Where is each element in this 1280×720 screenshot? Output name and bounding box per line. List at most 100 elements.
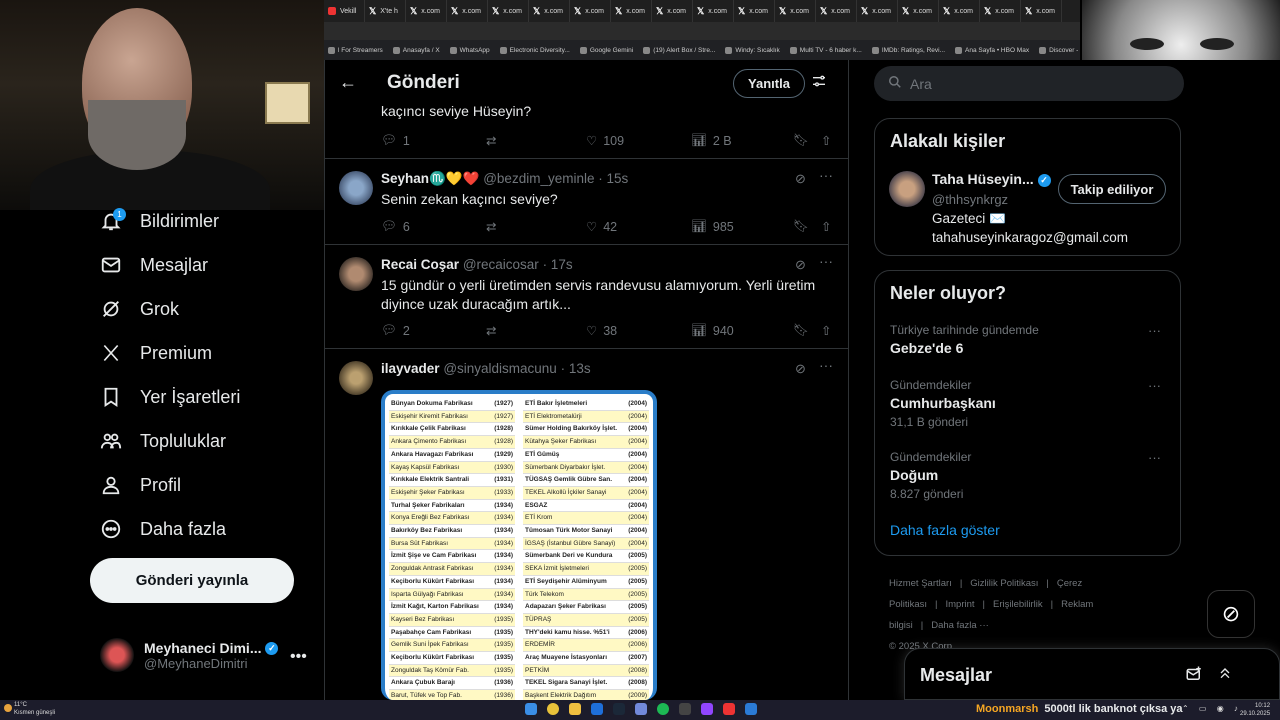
author-handle[interactable]: @recaicosar <box>463 257 539 272</box>
bookmark-item[interactable]: WhatsApp <box>449 46 490 54</box>
tweet[interactable]: Recai Coşar @recaicosar · 17s ⊘ ··· 15 g… <box>325 245 848 349</box>
bookmark-item[interactable]: Electronic Diversity... <box>499 46 570 54</box>
trend-item[interactable]: Gündemdekiler Cumhurbaşkanı 31,1 B gönde… <box>890 378 1170 429</box>
post-button[interactable]: Gönderi yayınla <box>90 558 294 603</box>
grok-floating-button[interactable]: ⊘ <box>1207 590 1255 638</box>
browser-tab[interactable]: Vekill <box>324 0 365 22</box>
more-icon[interactable]: ··· <box>819 357 833 373</box>
account-menu-dots-icon[interactable]: ••• <box>290 648 307 666</box>
bookmark-action[interactable]: 🔖︎ <box>793 133 821 148</box>
bookmark-item[interactable]: Google Gemini <box>579 46 633 54</box>
steam-icon[interactable] <box>613 703 625 715</box>
sidebar-item-communities[interactable]: Topluluklar <box>100 430 226 452</box>
footer-link[interactable]: Erişilebilirlik <box>993 599 1043 610</box>
browser-tab[interactable]: 𝕏x.com <box>980 0 1021 22</box>
folder-icon[interactable] <box>569 703 581 715</box>
related-user-handle[interactable]: @thhsynkrgz <box>932 192 1008 207</box>
browser-tab[interactable]: 𝕏x.com <box>1021 0 1062 22</box>
views-action[interactable]: 📊︎ 2 B <box>691 133 793 148</box>
bookmark-action[interactable]: 🔖︎ <box>793 323 821 338</box>
avatar[interactable] <box>889 171 925 207</box>
account-switcher[interactable]: Meyhaneci Dimi... ✓ @MeyhaneDimitri <box>100 638 279 672</box>
footer-link[interactable]: Imprint <box>945 599 974 610</box>
more-icon[interactable]: ··· <box>1148 323 1161 338</box>
browser-tab[interactable]: 𝕏x.com <box>816 0 857 22</box>
new-message-icon[interactable] <box>1185 665 1203 688</box>
browser-tab[interactable]: 𝕏x.com <box>447 0 488 22</box>
clock[interactable]: 10:12 29.10.2025 <box>1240 702 1270 718</box>
browser-tab[interactable]: 𝕏x.com <box>857 0 898 22</box>
bookmark-item[interactable]: (19) Alert Box / Stre... <box>643 46 715 54</box>
browser-tab[interactable]: 𝕏x.com <box>775 0 816 22</box>
browser-tab[interactable]: 𝕏x.com <box>611 0 652 22</box>
share-action[interactable]: ⇧ <box>821 219 831 234</box>
author-name[interactable]: Seyhan♏💛❤️ <box>381 171 479 186</box>
edge-icon[interactable] <box>591 703 603 715</box>
browser-tab[interactable]: 𝕏x.com <box>529 0 570 22</box>
bookmark-item[interactable]: Ana Sayfa • HBO Max <box>955 46 1029 54</box>
twitch-icon[interactable] <box>701 703 713 715</box>
browser-tab[interactable]: 𝕏x.com <box>406 0 447 22</box>
grok-icon[interactable]: ⊘ <box>795 361 806 377</box>
author-name[interactable]: ilayvader <box>381 361 440 376</box>
app-icon[interactable] <box>723 703 735 715</box>
author-handle[interactable]: @sinyaldismacunu <box>443 361 557 376</box>
views-action[interactable]: 📊︎ 940 <box>691 323 793 338</box>
repost-action[interactable]: ⇄ <box>486 219 586 234</box>
reply-action[interactable]: 💬︎ 1 <box>381 133 486 148</box>
related-user-name[interactable]: Taha Hüseyin... ✓ <box>932 171 1051 187</box>
bookmark-item[interactable]: l For Streamers <box>328 46 383 54</box>
footer-link[interactable]: Gizlilik Politikası <box>970 578 1038 589</box>
share-action[interactable]: ⇧ <box>821 323 831 338</box>
spotify-icon[interactable] <box>657 703 669 715</box>
sidebar-item-premium[interactable]: Premium <box>100 342 212 364</box>
browser-tab[interactable]: 𝕏x.com <box>898 0 939 22</box>
tweet-time[interactable]: · 17s <box>543 257 573 272</box>
tweet-image-factory-table[interactable]: Bünyan Dokuma Fabrikası (1927) Eskişehir K… <box>381 390 657 700</box>
browser-tab[interactable]: 𝕏x.com <box>939 0 980 22</box>
app-icon[interactable] <box>745 703 757 715</box>
sidebar-item-more[interactable]: Daha fazla <box>100 518 226 540</box>
sidebar-item-profile[interactable]: Profil <box>100 474 181 496</box>
tweet-time[interactable]: · 13s <box>561 361 591 376</box>
chrome-icon[interactable] <box>547 703 559 715</box>
messages-drawer[interactable]: Mesajlar <box>904 648 1280 700</box>
back-arrow-icon[interactable]: ← <box>339 72 357 93</box>
avatar[interactable] <box>339 361 373 395</box>
discord-icon[interactable] <box>635 703 647 715</box>
like-action[interactable]: ♡ 42 <box>586 219 691 235</box>
bookmark-item[interactable]: Multi TV - 6 haber k... <box>789 46 862 54</box>
footer-link[interactable]: Hizmet Şartları <box>889 578 952 589</box>
views-action[interactable]: 📊︎ 985 <box>691 219 793 234</box>
bookmark-item[interactable]: Windy: Sıcaklık <box>725 46 780 54</box>
sidebar-item-bookmarks[interactable]: Yer İşaretleri <box>100 386 240 408</box>
author-name[interactable]: Recai Coşar <box>381 257 459 272</box>
avatar[interactable] <box>339 171 373 205</box>
like-action[interactable]: ♡ 38 <box>586 323 691 339</box>
footer-link[interactable]: Daha fazla ··· <box>931 620 989 631</box>
like-action[interactable]: ♡ 109 <box>586 133 691 149</box>
grok-icon[interactable]: ⊘ <box>795 171 806 187</box>
browser-tab[interactable]: 𝕏x.com <box>693 0 734 22</box>
more-icon[interactable]: ··· <box>819 167 833 183</box>
author-handle[interactable]: @bezdim_yeminle <box>483 171 594 186</box>
sliders-icon[interactable] <box>811 73 827 94</box>
app-icon[interactable] <box>679 703 691 715</box>
bookmark-item[interactable]: Discover - Find Top... <box>1039 46 1080 54</box>
grok-icon[interactable]: ⊘ <box>795 257 806 273</box>
more-icon[interactable]: ··· <box>1148 378 1161 393</box>
system-tray[interactable]: ⌃ ▭ ◉ ♪ <box>1182 704 1242 713</box>
bookmark-item[interactable]: Anasayfa / X <box>392 46 440 54</box>
browser-tab[interactable]: 𝕏 X'te h <box>365 0 406 22</box>
sidebar-item-grok[interactable]: Grok <box>100 298 179 320</box>
search-input[interactable]: Ara <box>874 66 1184 101</box>
browser-tab[interactable]: 𝕏x.com <box>488 0 529 22</box>
browser-tab[interactable]: 𝕏x.com <box>570 0 611 22</box>
sidebar-item-messages[interactable]: Mesajlar <box>100 254 208 276</box>
repost-action[interactable]: ⇄ <box>486 323 586 338</box>
more-icon[interactable]: ··· <box>819 253 833 269</box>
show-more-link[interactable]: Daha fazla göster <box>890 522 1000 538</box>
tweet-time[interactable]: · 15s <box>598 171 628 186</box>
more-icon[interactable]: ··· <box>1148 450 1161 465</box>
browser-tab[interactable]: 𝕏x.com <box>652 0 693 22</box>
